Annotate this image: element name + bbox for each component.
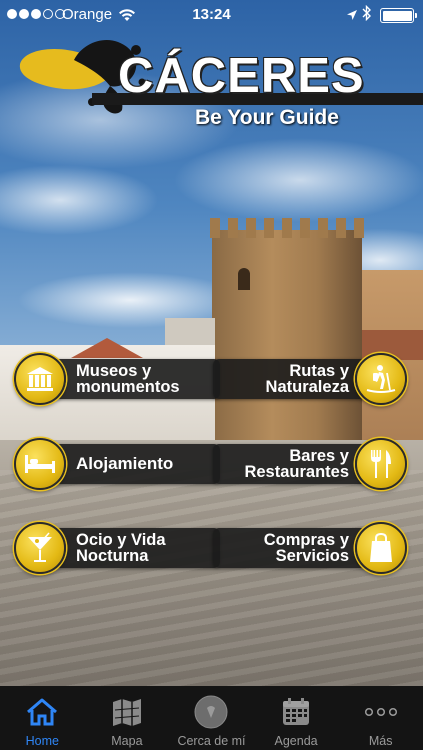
tab-label: Mapa <box>111 734 143 748</box>
label-line-2: Restaurantes <box>244 463 349 481</box>
fork-knife-icon <box>355 438 407 490</box>
bluetooth-icon <box>362 4 372 25</box>
app-logo: CÁCERES Be Your Guide <box>0 30 423 140</box>
tower-battlements <box>210 218 364 238</box>
button-label: Bares y Restaurantes <box>244 445 349 483</box>
button-label: Museos y monumentos <box>76 360 180 398</box>
shopping-bag-icon <box>355 522 407 574</box>
button-label: Rutas y Naturaleza <box>266 360 349 398</box>
app-title: CÁCERES <box>118 49 365 103</box>
calendar-icon <box>278 694 314 730</box>
tab-home[interactable]: Home <box>0 686 85 750</box>
app-subtitle: Be Your Guide <box>195 106 339 129</box>
status-bar: Orange 13:24 <box>0 0 423 30</box>
battery-tip <box>414 13 417 18</box>
tab-cerca-de-mi[interactable]: Cerca de mí <box>169 686 254 750</box>
nearby-icon <box>193 694 229 730</box>
bujaco-tower <box>212 230 362 460</box>
battery-fill <box>382 10 412 21</box>
cocktail-icon <box>14 522 66 574</box>
tab-label: Más <box>368 734 393 748</box>
label-line-1: Compras y <box>263 531 349 549</box>
label-line-1: Bares y <box>289 447 349 465</box>
tab-label: Agenda <box>274 734 318 748</box>
ocio-vida-nocturna-button[interactable]: Ocio y Vida Nocturna <box>14 522 220 574</box>
map-icon <box>109 694 145 730</box>
label-line-2: Nocturna <box>76 547 149 565</box>
button-label: Compras y Servicios <box>264 529 349 567</box>
tab-label: Cerca de mí <box>177 734 246 748</box>
more-icon <box>363 694 399 730</box>
hiker-icon <box>355 353 407 405</box>
bed-icon <box>14 438 66 490</box>
tab-bar: Home Mapa Cerca de mí Agenda Más <box>0 686 423 750</box>
tab-mas[interactable]: Más <box>338 686 423 750</box>
bares-restaurantes-button[interactable]: Bares y Restaurantes <box>213 438 407 490</box>
tower-window <box>238 268 250 290</box>
battery-icon <box>380 8 417 23</box>
home-icon <box>24 694 60 730</box>
tab-label: Home <box>25 734 59 748</box>
label-line-1: Ocio y Vida <box>76 531 166 549</box>
label-line-1: Rutas y <box>289 362 349 380</box>
tab-mapa[interactable]: Mapa <box>85 686 170 750</box>
label-line-2: Servicios <box>275 547 349 565</box>
museos-monumentos-button[interactable]: Museos y monumentos <box>14 353 220 405</box>
label-line-2: monumentos <box>76 378 180 396</box>
tab-agenda[interactable]: Agenda <box>254 686 339 750</box>
compras-servicios-button[interactable]: Compras y Servicios <box>213 522 407 574</box>
button-label: Ocio y Vida Nocturna <box>76 529 166 567</box>
clock: 13:24 <box>192 6 231 23</box>
plaza-texture <box>0 470 423 686</box>
label-line-2: Naturaleza <box>265 378 349 396</box>
museum-icon <box>14 353 66 405</box>
button-label: Alojamiento <box>76 445 173 483</box>
rutas-naturaleza-button[interactable]: Rutas y Naturaleza <box>213 353 407 405</box>
alojamiento-button[interactable]: Alojamiento <box>14 438 220 490</box>
label-line-1: Alojamiento <box>76 454 174 473</box>
label-line-1: Museos y <box>76 362 152 380</box>
location-arrow-icon <box>346 8 358 25</box>
